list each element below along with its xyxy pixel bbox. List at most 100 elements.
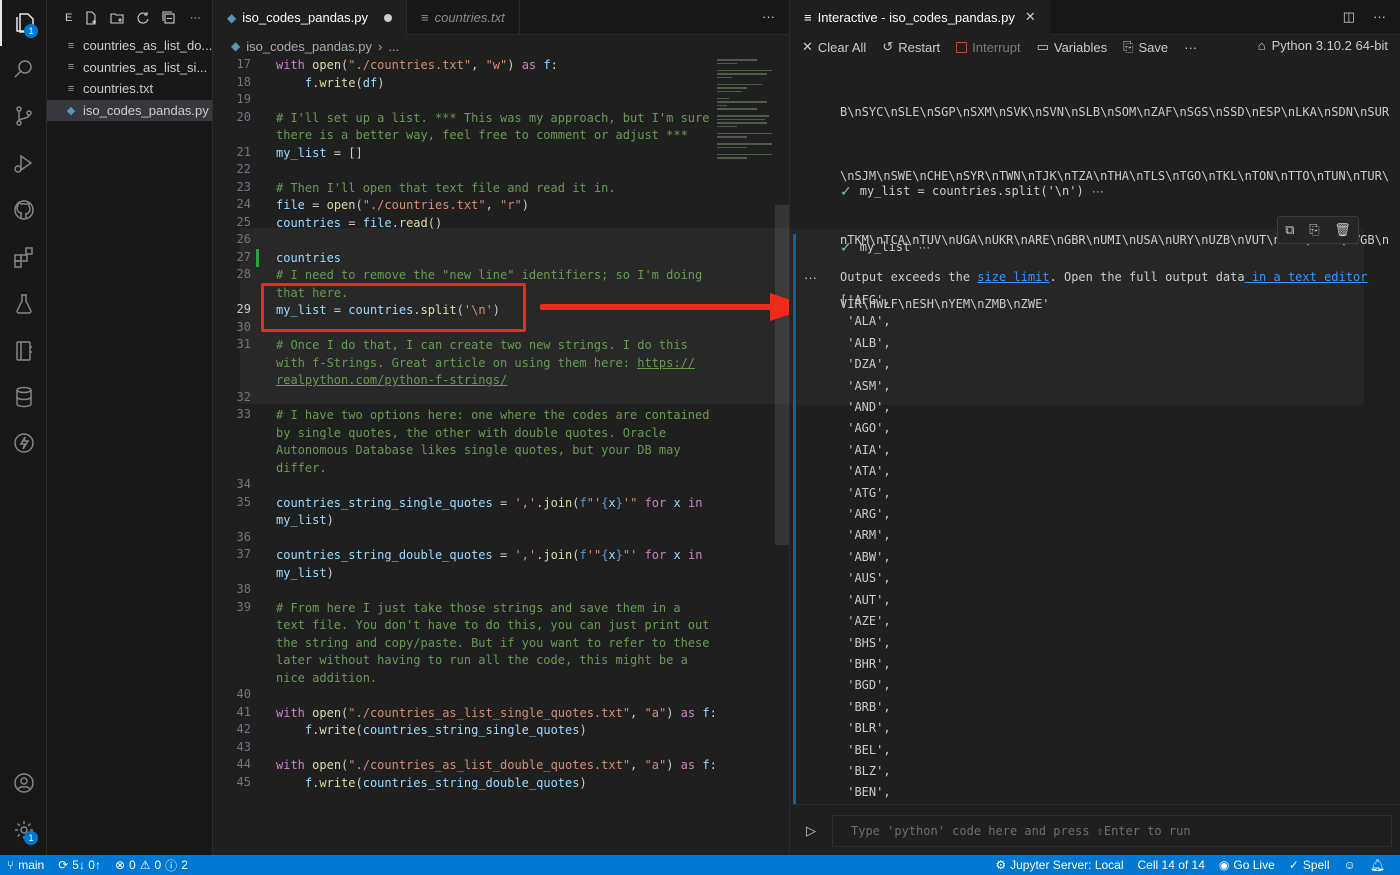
interactive-window: ≡ Interactive - iso_codes_pandas.py ✕ ◫ …: [789, 0, 1400, 855]
executed-cell[interactable]: ✓ my_list = countries.split('\n') ···: [840, 181, 1104, 201]
file-item[interactable]: ≡ countries.txt: [47, 78, 212, 100]
minimap-line: [717, 108, 757, 110]
account-icon[interactable]: [0, 760, 47, 806]
interrupt-button[interactable]: Interrupt: [956, 40, 1021, 55]
line-number: 34: [236, 477, 251, 491]
python-file-icon: ◆: [231, 39, 241, 53]
variables-button[interactable]: ▭ Variables: [1037, 39, 1108, 55]
collapse-all-icon[interactable]: [162, 10, 176, 25]
tab-iso-codes-pandas[interactable]: ◆ iso_codes_pandas.py: [213, 0, 407, 35]
problems-indicator[interactable]: ⊗ 0 ⚠ 0 ⓘ 2: [108, 857, 195, 874]
code-line[interactable]: countries = file.read(): [276, 215, 716, 233]
code-line[interactable]: countries_string_single_quotes = ','.joi…: [276, 495, 716, 530]
code-line[interactable]: # From here I just take those strings an…: [276, 600, 716, 688]
code-line[interactable]: f.write(df): [276, 75, 716, 93]
kernel-picker[interactable]: ⌂ Python 3.10.2 64-bit: [1258, 38, 1388, 53]
code-line[interactable]: countries: [276, 250, 716, 268]
code-line[interactable]: with open("./countries.txt", "w") as f:: [276, 57, 716, 75]
line-number: 24: [236, 197, 251, 211]
lightning-icon[interactable]: [0, 420, 47, 466]
breadcrumb-more[interactable]: ...: [388, 39, 399, 54]
code-line[interactable]: f.write(countries_string_single_quotes): [276, 722, 716, 740]
code-line[interactable]: # Then I'll open that text file and read…: [276, 180, 716, 198]
output-line: B\nSYC\nSLE\nSGP\nSXM\nSVK\nSVN\nSLB\nSO…: [840, 104, 1390, 119]
cell-more-icon[interactable]: ···: [918, 240, 930, 254]
code-line[interactable]: file = open("./countries.txt", "r"): [276, 197, 716, 215]
run-debug-icon[interactable]: [0, 140, 47, 186]
code-line[interactable]: with open("./countries_as_list_single_qu…: [276, 705, 717, 723]
copy-icon[interactable]: ⧉: [1285, 222, 1294, 238]
branch-indicator[interactable]: ⑂ main: [0, 858, 51, 872]
refresh-icon[interactable]: [136, 11, 150, 25]
goto-code-icon[interactable]: ⎘: [1309, 222, 1319, 238]
minimap-line: [717, 104, 727, 106]
close-icon[interactable]: ✕: [1025, 9, 1036, 25]
split-editor-icon[interactable]: ◫: [1343, 9, 1355, 25]
notebook-icon[interactable]: [0, 328, 47, 374]
delete-icon[interactable]: 🗑: [1334, 222, 1351, 238]
code-line[interactable]: f.write(countries_string_double_quotes): [276, 775, 716, 793]
unsaved-dot-icon[interactable]: [384, 13, 392, 22]
panel-more-actions-icon[interactable]: ···: [1373, 9, 1386, 25]
cell-indicator[interactable]: Cell 14 of 14: [1131, 858, 1212, 872]
sync-indicator[interactable]: ⟳ 5↓ 0↑: [51, 858, 108, 872]
file-item-selected[interactable]: ◆ iso_codes_pandas.py: [47, 99, 212, 121]
testing-icon[interactable]: [0, 281, 47, 327]
text-editor-link[interactable]: in a text editor: [1245, 270, 1368, 284]
jupyter-server-indicator[interactable]: ⚙ Jupyter Server: Local: [988, 858, 1130, 872]
code-line[interactable]: with open("./countries_as_list_double_qu…: [276, 757, 717, 775]
message-text: . Open the full output data: [1049, 270, 1245, 284]
clear-all-button[interactable]: ✕ Clear All: [802, 39, 866, 55]
size-limit-link[interactable]: size limit: [977, 270, 1049, 284]
line-number: 36: [236, 529, 251, 544]
new-folder-icon[interactable]: [110, 11, 124, 25]
git-branch-icon: ⑂: [7, 858, 15, 872]
toolbar-more-icon[interactable]: ···: [1184, 40, 1197, 55]
file-item[interactable]: ≡ countries_as_list_do...: [47, 35, 212, 57]
error-count: 0: [129, 858, 136, 872]
feedback-icon[interactable]: ☺: [1337, 858, 1363, 872]
extensions-icon[interactable]: [0, 234, 47, 280]
file-item[interactable]: ≡ countries_as_list_si...: [47, 57, 212, 79]
output-line: 'AND',: [840, 400, 891, 415]
minimap-line: [717, 90, 742, 92]
tab-countries-txt[interactable]: ≡ countries.txt: [407, 0, 520, 35]
cell-code: my_list = countries.split('\n'): [859, 184, 1084, 198]
code-area[interactable]: 17 18 19 20 21 22 23 24 25 26 27 28 29 30 31 32 33 34 35 36…: [213, 57, 789, 855]
interactive-output-area[interactable]: B\nSYC\nSLE\nSGP\nSXM\nSVK\nSVN\nSLB\nSO…: [790, 59, 1400, 804]
run-cell-icon[interactable]: ▷: [806, 823, 816, 839]
go-live-button[interactable]: ◉ Go Live: [1212, 858, 1282, 872]
output-more-icon[interactable]: ···: [804, 270, 817, 285]
source-control-icon[interactable]: [0, 93, 47, 139]
more-actions-icon[interactable]: ···: [188, 11, 202, 25]
code-line[interactable]: # I have two options here: one where the…: [276, 407, 716, 477]
cell-more-icon[interactable]: ···: [1092, 184, 1104, 198]
executed-cell[interactable]: ✓ my_list ···: [840, 237, 930, 257]
spell-indicator[interactable]: ✓ Spell: [1282, 858, 1337, 872]
code-line[interactable]: # I'll set up a list. *** This was my ap…: [276, 110, 716, 145]
line-number: 29: [236, 302, 251, 316]
output-line: 'AIA',: [840, 442, 891, 457]
code-line[interactable]: countries_string_double_quotes = ','.joi…: [276, 547, 716, 582]
tab-interactive[interactable]: ≡ Interactive - iso_codes_pandas.py ✕: [790, 0, 1050, 35]
minimap[interactable]: [717, 57, 777, 177]
breadcrumb-file[interactable]: iso_codes_pandas.py: [246, 39, 372, 54]
settings-gear-icon[interactable]: 1: [0, 807, 47, 853]
line-number: 30: [236, 319, 251, 334]
explorer-icon[interactable]: 1: [0, 0, 47, 46]
code-line[interactable]: my_list = []: [276, 145, 716, 163]
restart-button[interactable]: ↺ Restart: [882, 39, 940, 55]
notifications-bell-icon[interactable]: 🔔︎: [1363, 858, 1392, 872]
save-button[interactable]: ⎘ Save: [1123, 39, 1168, 55]
code-input-field[interactable]: Type 'python' code here and press ⇧Enter…: [832, 815, 1392, 847]
line-number: 32: [236, 389, 251, 404]
line-number: 20: [236, 109, 251, 124]
github-icon[interactable]: [0, 187, 47, 233]
database-icon[interactable]: [0, 374, 47, 420]
code-line[interactable]: # Once I do that, I can create two new s…: [276, 337, 716, 390]
minimap-line: [717, 73, 767, 75]
new-file-icon[interactable]: [84, 10, 98, 25]
editor-scrollbar[interactable]: [775, 205, 789, 545]
editor-more-actions-icon[interactable]: ···: [762, 9, 775, 24]
search-icon[interactable]: [0, 46, 47, 92]
